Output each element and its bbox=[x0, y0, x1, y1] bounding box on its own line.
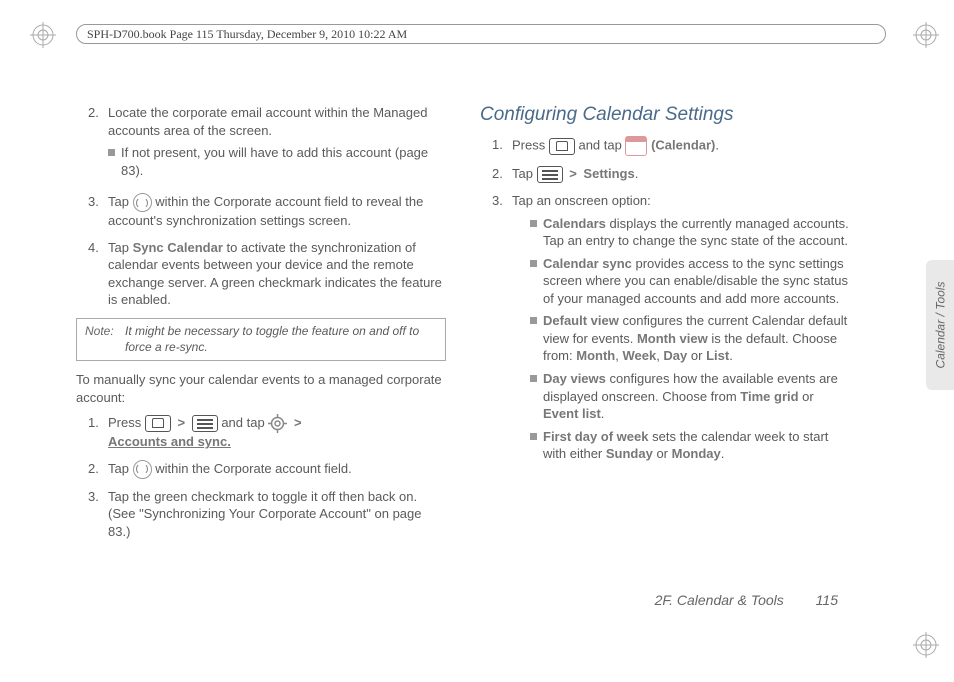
step-text: Tap bbox=[108, 461, 133, 476]
step-text: Tap an onscreen option: bbox=[512, 193, 651, 208]
bold-label: Month view bbox=[637, 331, 708, 346]
sync-icon bbox=[133, 193, 152, 212]
manual-step-3: 3. Tap the green checkmark to toggle it … bbox=[76, 488, 446, 541]
footer-section: 2F. Calendar & Tools bbox=[655, 592, 784, 608]
choice: Event list bbox=[543, 406, 601, 421]
choice: Monday bbox=[672, 446, 721, 461]
option-name: First day of week bbox=[543, 429, 648, 444]
chevron-right-icon: > bbox=[569, 166, 577, 181]
menu-icon bbox=[192, 415, 218, 432]
sync-icon bbox=[133, 460, 152, 479]
chevron-right-icon: > bbox=[177, 415, 185, 430]
menu-icon bbox=[537, 166, 563, 183]
step-text: and tap bbox=[578, 137, 625, 152]
bullet-icon bbox=[530, 375, 537, 382]
note-box: Note: It might be necessary to toggle th… bbox=[76, 318, 446, 361]
bullet-icon bbox=[530, 317, 537, 324]
page-number: 115 bbox=[816, 592, 838, 608]
manual-step-2: 2. Tap within the Corporate account fiel… bbox=[76, 460, 446, 479]
registration-mark-icon bbox=[913, 22, 939, 48]
right-column: Configuring Calendar Settings 1. Press a… bbox=[480, 104, 850, 550]
section-heading: Configuring Calendar Settings bbox=[480, 104, 850, 126]
config-step-1: 1. Press and tap (Calendar). bbox=[480, 136, 850, 156]
step-number: 3. bbox=[88, 193, 108, 230]
config-step-3: 3. Tap an onscreen option: Calendars dis… bbox=[480, 192, 850, 468]
bullet-text: If not present, you will have to add thi… bbox=[121, 144, 446, 179]
choice: Sunday bbox=[606, 446, 653, 461]
choice: Time grid bbox=[740, 389, 798, 404]
home-icon bbox=[549, 138, 575, 155]
option-name: Calendars bbox=[543, 216, 606, 231]
left-column: 2. Locate the corporate email account wi… bbox=[76, 104, 446, 550]
side-tab-label: Calendar / Tools bbox=[933, 282, 947, 369]
step-2: 2. Locate the corporate email account wi… bbox=[76, 104, 446, 184]
step-number: 2. bbox=[492, 165, 512, 183]
step-text: Tap bbox=[108, 194, 133, 209]
paragraph: To manually sync your calendar events to… bbox=[76, 371, 446, 406]
bold-label: (Calendar) bbox=[651, 137, 715, 152]
step-text: within the Corporate account field. bbox=[155, 461, 352, 476]
bullet-icon bbox=[108, 149, 115, 156]
step-text: Tap the green checkmark to toggle it off… bbox=[108, 488, 446, 541]
step-text: Locate the corporate email account withi… bbox=[108, 105, 427, 138]
step-number: 1. bbox=[88, 414, 108, 451]
link-text: Accounts and sync. bbox=[108, 434, 231, 449]
bold-label: Sync Calendar bbox=[133, 240, 223, 255]
page-footer: 2F. Calendar & Tools 115 bbox=[655, 592, 838, 608]
step-text: Tap bbox=[108, 240, 133, 255]
step-text: Tap bbox=[512, 166, 537, 181]
step-text: and tap bbox=[221, 415, 268, 430]
manual-step-1: 1. Press > and tap > Accounts and sync. bbox=[76, 414, 446, 451]
step-number: 3. bbox=[492, 192, 512, 468]
home-icon bbox=[145, 415, 171, 432]
page-body: 2. Locate the corporate email account wi… bbox=[76, 60, 886, 640]
page-header: SPH-D700.book Page 115 Thursday, Decembe… bbox=[76, 24, 886, 44]
choice: List bbox=[706, 348, 729, 363]
step-4: 4. Tap Sync Calendar to activate the syn… bbox=[76, 239, 446, 309]
calendar-icon bbox=[625, 136, 647, 156]
chevron-right-icon: > bbox=[294, 415, 302, 430]
step-3: 3. Tap within the Corporate account fiel… bbox=[76, 193, 446, 230]
option-name: Calendar sync bbox=[543, 256, 632, 271]
bullet-icon bbox=[530, 433, 537, 440]
step-text: Press bbox=[108, 415, 145, 430]
option-name: Day views bbox=[543, 371, 606, 386]
step-number: 2. bbox=[88, 104, 108, 184]
bullet-icon bbox=[530, 260, 537, 267]
step-number: 3. bbox=[88, 488, 108, 541]
registration-mark-icon bbox=[30, 22, 56, 48]
section-side-tab: Calendar / Tools bbox=[926, 260, 954, 390]
header-text: SPH-D700.book Page 115 Thursday, Decembe… bbox=[87, 27, 407, 42]
step-number: 2. bbox=[88, 460, 108, 479]
note-label: Note: bbox=[85, 324, 125, 355]
note-text: It might be necessary to toggle the feat… bbox=[125, 324, 437, 355]
choice: Week bbox=[622, 348, 656, 363]
gear-icon bbox=[268, 414, 287, 433]
registration-mark-icon bbox=[913, 632, 939, 658]
config-step-2: 2. Tap > Settings. bbox=[480, 165, 850, 183]
choice: Day bbox=[663, 348, 687, 363]
bullet-icon bbox=[530, 220, 537, 227]
choice: Month bbox=[576, 348, 615, 363]
step-number: 4. bbox=[88, 239, 108, 309]
option-name: Default view bbox=[543, 313, 619, 328]
step-text: Press bbox=[512, 137, 549, 152]
bold-label: Settings bbox=[583, 166, 634, 181]
step-text: within the Corporate account field to re… bbox=[108, 194, 423, 228]
step-number: 1. bbox=[492, 136, 512, 156]
